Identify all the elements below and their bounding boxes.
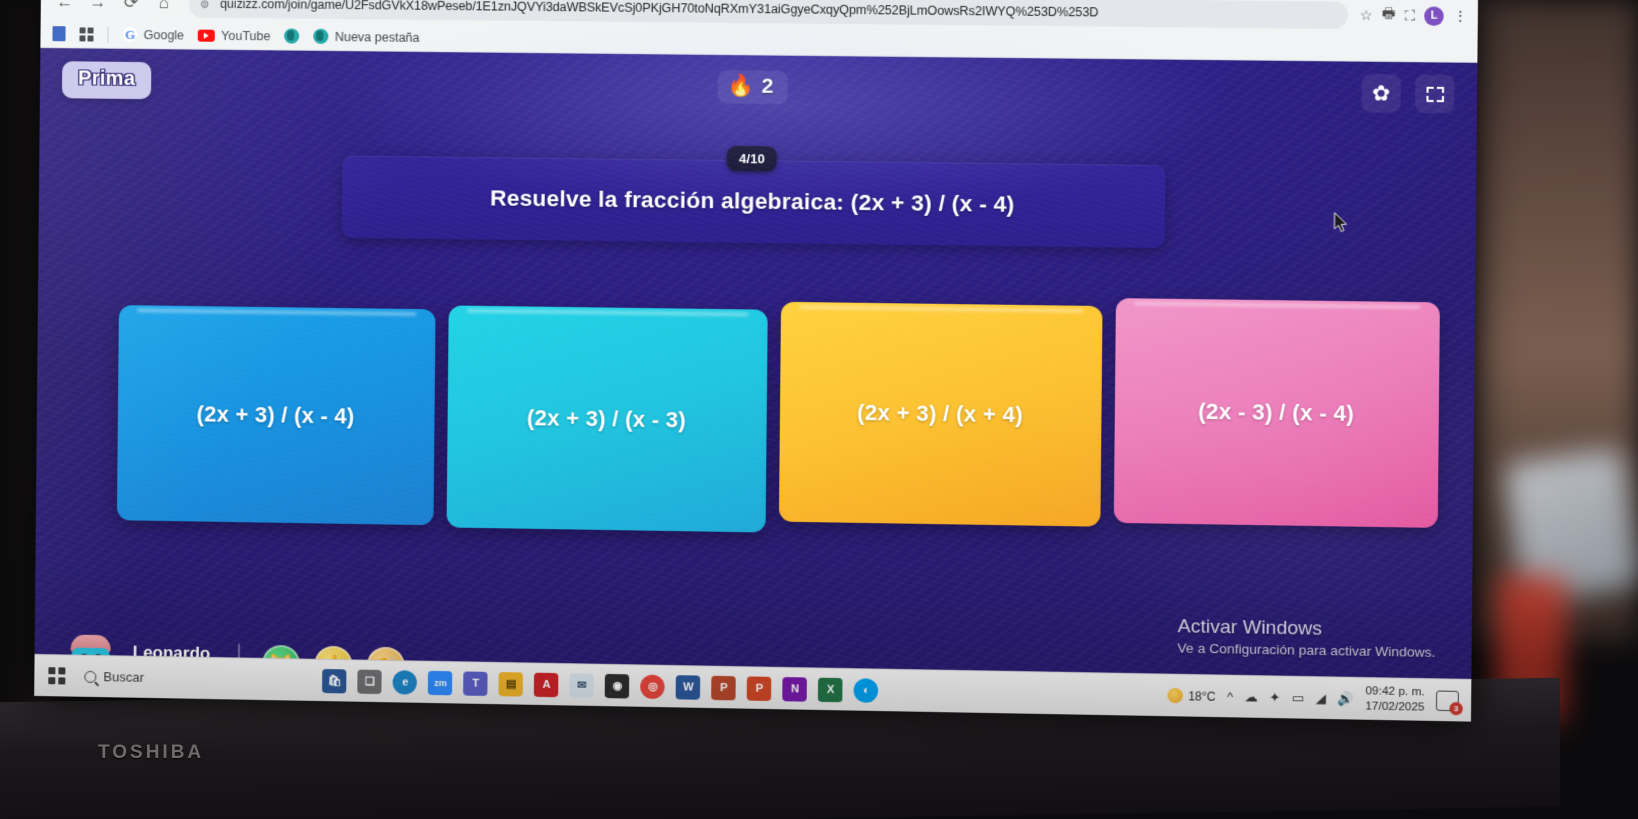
search-icon — [84, 670, 97, 683]
taskbar-search[interactable]: Buscar — [75, 662, 158, 691]
clock-date: 17/02/2025 — [1365, 699, 1425, 714]
streak-count: 2 — [761, 74, 774, 98]
background-paper-object — [1502, 447, 1638, 603]
mouse-cursor — [1333, 212, 1348, 233]
settings-button[interactable]: ✿ — [1361, 73, 1401, 113]
battery-icon[interactable]: ▭ — [1292, 689, 1305, 705]
mail-app-icon[interactable]: ✉ — [569, 672, 595, 698]
game-mode-badge: Prima — [61, 60, 152, 99]
youtube-icon — [197, 29, 216, 42]
answer-option-label: (2x - 3) / (x - 4) — [1198, 398, 1355, 427]
google-icon: G — [122, 26, 138, 42]
quizizz-game-page: Prima 🔥 2 ✿ 4/10 Resuelve la fracción al… — [34, 47, 1478, 722]
quiz-header-actions: ✿ — [1361, 73, 1455, 114]
powerpoint-app-icon[interactable]: P — [747, 675, 772, 701]
activation-title: Activar Windows — [1177, 616, 1323, 640]
question-container: 4/10 Resuelve la fracción algebraica: (2… — [341, 145, 1166, 249]
taskbar-system-tray: 18°C ^ ☁ ✦ ▭ ◢ 🔊 09:42 p. m. 17/02/2025 … — [1167, 681, 1463, 715]
apps-grid-icon[interactable] — [79, 26, 94, 42]
publisher-app-icon[interactable]: P — [711, 675, 737, 700]
bookmark-site[interactable] — [284, 28, 300, 44]
question-counter: 4/10 — [726, 145, 778, 172]
sun-icon — [1167, 687, 1184, 704]
forward-arrow-icon[interactable]: → — [84, 0, 112, 17]
notifications-button[interactable]: 3 — [1435, 689, 1463, 715]
globe-icon — [313, 28, 329, 44]
answer-option-label: (2x + 3) / (x - 3) — [526, 404, 687, 433]
gear-icon: ✿ — [1371, 81, 1391, 106]
reload-icon[interactable]: ⟳ — [117, 0, 145, 17]
explorer-app-icon[interactable]: ▤ — [498, 671, 524, 697]
cortana-app-icon[interactable]: ◐ — [853, 677, 879, 703]
answer-option-4[interactable]: (2x - 3) / (x - 4) — [1113, 298, 1440, 528]
edge-app-icon[interactable]: e — [392, 669, 418, 695]
wifi-icon[interactable]: ◢ — [1316, 690, 1326, 706]
bookmark-label: YouTube — [221, 28, 271, 43]
weather-widget[interactable]: 18°C — [1167, 687, 1216, 704]
task-view-icon[interactable]: ❑ — [357, 669, 383, 694]
bookmark-square-icon[interactable] — [52, 26, 66, 42]
store-app-icon[interactable]: 🛍 — [322, 668, 347, 693]
acrobat-app-icon[interactable]: A — [534, 672, 559, 697]
answer-option-2[interactable]: (2x + 3) / (x - 3) — [446, 305, 768, 533]
browser-toolbar-right: ☆ 🖶 ⛶ L ⋮ — [1353, 3, 1468, 29]
address-bar-url: quizizz.com/join/game/U2FsdGVkX18wPeseb/… — [220, 0, 1099, 20]
back-arrow-icon[interactable]: ← — [51, 0, 79, 16]
bookmark-nueva-pestana[interactable]: Nueva pestaña — [313, 28, 420, 45]
answer-option-label: (2x + 3) / (x + 4) — [856, 399, 1024, 428]
teams-app-icon[interactable]: T — [463, 670, 489, 696]
show-hidden-icons[interactable]: ^ — [1227, 689, 1233, 704]
excel-app-icon[interactable]: X — [818, 677, 844, 702]
laptop-screen: ← → ⟳ ⌂ ⊜ quizizz.com/join/game/U2FsdGVk… — [34, 0, 1479, 722]
camera-app-icon[interactable]: ◉ — [605, 673, 630, 699]
word-app-icon[interactable]: W — [676, 674, 701, 700]
answer-option-3[interactable]: (2x + 3) / (x + 4) — [778, 301, 1103, 527]
laptop-brand-label: TOSHIBA — [98, 742, 205, 763]
more-options-icon[interactable]: ⋮ — [1453, 7, 1468, 24]
question-text: Resuelve la fracción algebraica: (2x + 3… — [489, 185, 1015, 217]
background-wall — [1468, 0, 1638, 640]
fullscreen-button[interactable] — [1414, 74, 1455, 114]
zoom-app-icon[interactable]: zm — [428, 670, 453, 695]
site-settings-icon[interactable]: ⊜ — [197, 0, 212, 11]
onenote-app-icon[interactable]: N — [782, 676, 808, 702]
laptop-photo: TOSHIBA ← → ⟳ ⌂ ⊜ quizizz.com/join/game/… — [0, 0, 1638, 819]
windows-start-icon[interactable] — [48, 667, 66, 685]
volume-icon[interactable]: 🔊 — [1337, 690, 1354, 707]
onedrive-icon[interactable]: ☁ — [1244, 689, 1258, 705]
taskbar-apps: 🛍 ❑ e zm T ▤ A ✉ ◉ ◎ W P P N X ◐ — [322, 668, 879, 703]
chrome-app-icon[interactable]: ◎ — [640, 674, 666, 699]
print-icon[interactable]: 🖶 — [1382, 3, 1396, 28]
bookmarks-divider — [107, 26, 109, 43]
bookmark-youtube[interactable]: YouTube — [197, 28, 271, 43]
taskbar-clock[interactable]: 09:42 p. m. 17/02/2025 — [1365, 684, 1425, 714]
bluetooth-icon[interactable]: ✦ — [1269, 689, 1280, 705]
bookmark-label: Nueva pestaña — [334, 29, 420, 45]
search-placeholder: Buscar — [103, 669, 144, 685]
globe-icon — [284, 28, 300, 44]
clock-time: 09:42 p. m. — [1365, 685, 1425, 699]
profile-avatar[interactable]: L — [1424, 5, 1444, 26]
answer-option-1[interactable]: (2x + 3) / (x - 4) — [116, 305, 436, 526]
screen-capture-icon[interactable]: ⛶ — [1405, 7, 1415, 24]
notifications-count: 3 — [1449, 701, 1463, 715]
flame-icon: 🔥 — [727, 74, 755, 98]
star-icon[interactable]: ☆ — [1360, 6, 1373, 23]
home-icon[interactable]: ⌂ — [150, 0, 178, 17]
windows-activation-watermark: Activar Windows Ve a Configuración para … — [1177, 616, 1435, 660]
bookmark-label: Google — [143, 27, 185, 42]
bookmark-google[interactable]: G Google — [122, 26, 185, 43]
fullscreen-expand-icon — [1425, 86, 1444, 102]
answer-option-label: (2x + 3) / (x - 4) — [196, 400, 355, 429]
weather-temperature: 18°C — [1188, 688, 1216, 704]
answer-options: (2x + 3) / (x - 4) (2x + 3) / (x - 3) (2… — [70, 296, 1440, 543]
streak-indicator: 🔥 2 — [717, 69, 788, 104]
